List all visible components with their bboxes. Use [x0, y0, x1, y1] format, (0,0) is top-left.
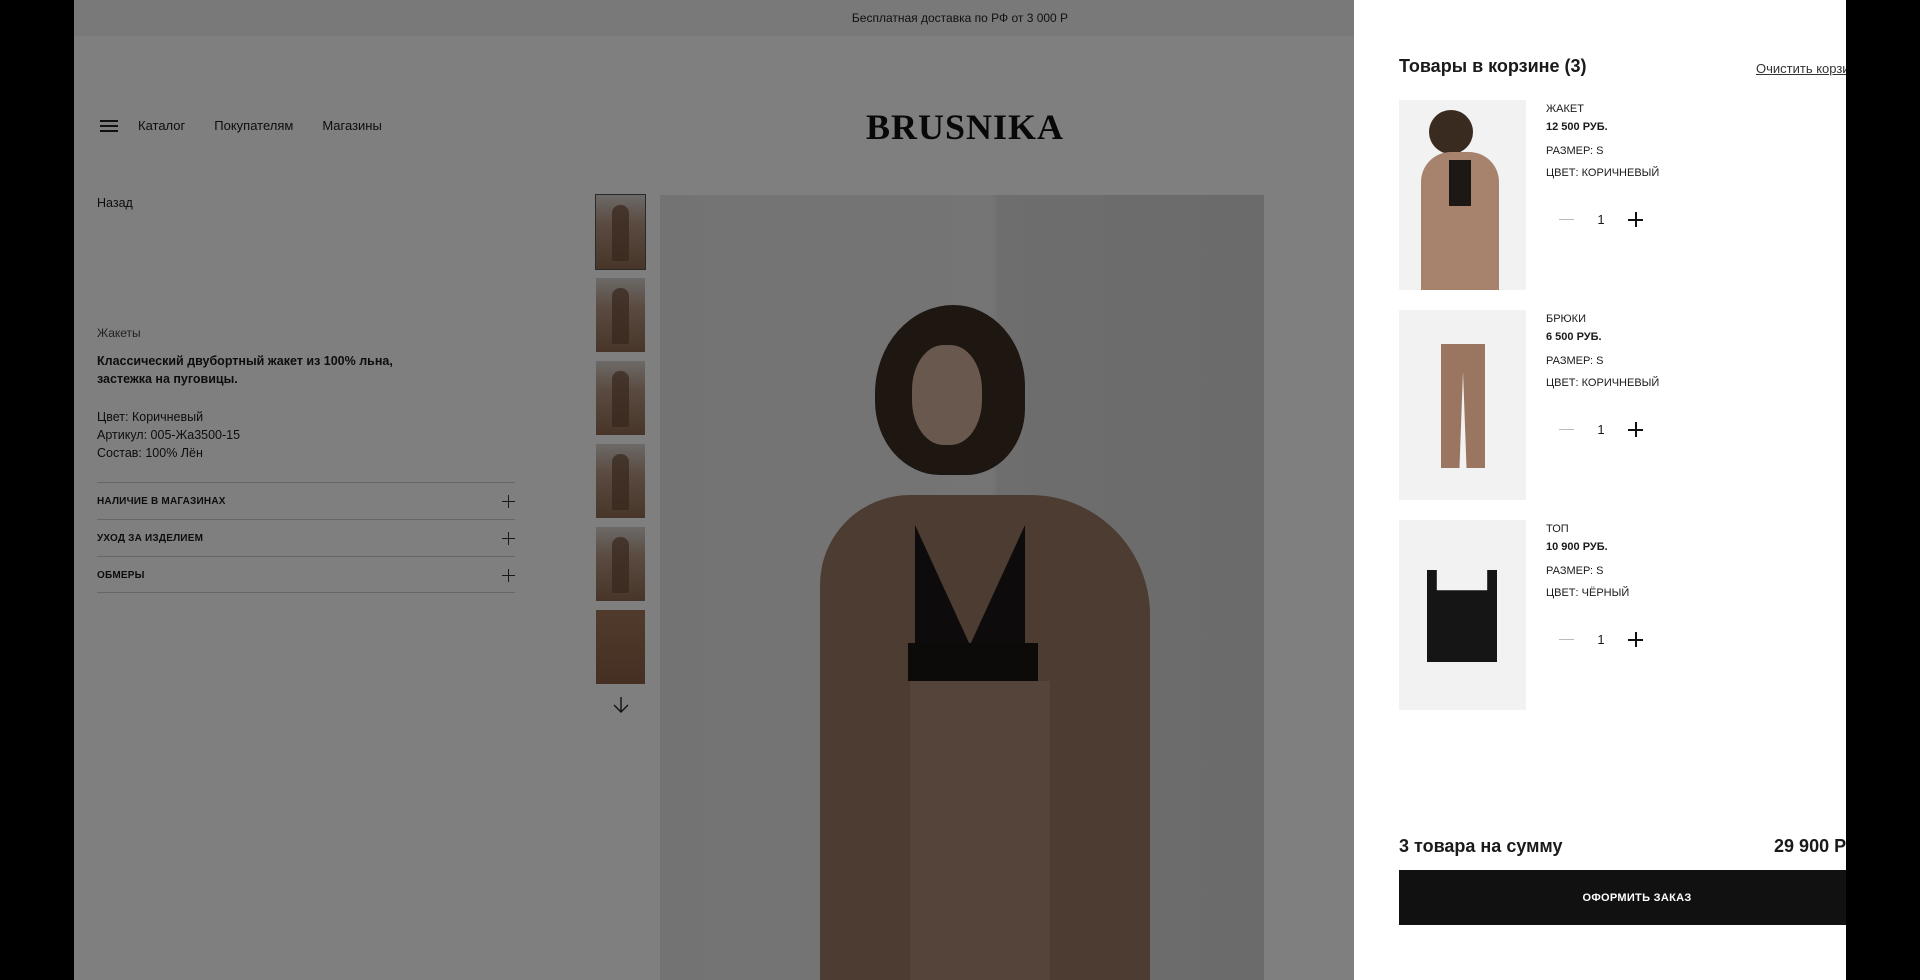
plus-icon[interactable] [1628, 632, 1643, 647]
cart-item-type: ЖАКЕТ [1546, 103, 1584, 115]
minus-icon[interactable] [1559, 212, 1574, 227]
plus-icon[interactable] [1628, 422, 1643, 437]
quantity-stepper: 1 [1559, 212, 1643, 227]
cart-item-color: ЦВЕТ: ЧЁРНЫЙ [1546, 587, 1630, 599]
quantity-value: 1 [1597, 632, 1605, 647]
plus-icon[interactable] [1628, 212, 1643, 227]
cart-summary-total: 29 900 РУБ. [1774, 836, 1846, 856]
quantity-stepper: 1 [1559, 422, 1643, 437]
cart-item-price: 12 500 РУБ. [1546, 121, 1608, 133]
cart-item-size: РАЗМЕР: S [1546, 355, 1604, 367]
cart-item-color: ЦВЕТ: КОРИЧНЕВЫЙ [1546, 167, 1660, 179]
cart-item: ТОП 10 900 РУБ. РАЗМЕР: S ЦВЕТ: ЧЁРНЫЙ 1 [1399, 520, 1846, 710]
cart-item-image[interactable] [1399, 520, 1526, 710]
cart-item-size: РАЗМЕР: S [1546, 145, 1604, 157]
cart-item: БРЮКИ 6 500 РУБ. РАЗМЕР: S ЦВЕТ: КОРИЧНЕ… [1399, 310, 1846, 500]
cart-item-size: РАЗМЕР: S [1546, 565, 1604, 577]
cart-item-price: 6 500 РУБ. [1546, 331, 1602, 343]
cart-title: Товары в корзине (3) [1399, 56, 1587, 76]
cart-item-type: БРЮКИ [1546, 313, 1586, 325]
cart-item-image[interactable] [1399, 100, 1526, 290]
quantity-value: 1 [1597, 212, 1605, 227]
cart-item-image[interactable] [1399, 310, 1526, 500]
cart-drawer: Товары в корзине (3) Очистить корзину ЖА… [1354, 0, 1846, 980]
cart-item-type: ТОП [1546, 523, 1569, 535]
product-page: Бесплатная доставка по РФ от 3 000 Р Кат… [74, 0, 1846, 980]
cart-summary-label: 3 товара на сумму [1399, 836, 1563, 856]
clear-cart-link[interactable]: Очистить корзину [1756, 61, 1846, 76]
backdrop-left [0, 0, 74, 980]
minus-icon[interactable] [1559, 422, 1574, 437]
checkout-button[interactable]: ОФОРМИТЬ ЗАКАЗ [1399, 870, 1846, 925]
cart-item: ЖАКЕТ 12 500 РУБ. РАЗМЕР: S ЦВЕТ: КОРИЧН… [1399, 100, 1846, 290]
minus-icon[interactable] [1559, 632, 1574, 647]
backdrop-right [1846, 0, 1920, 980]
cart-item-price: 10 900 РУБ. [1546, 541, 1608, 553]
quantity-stepper: 1 [1559, 632, 1643, 647]
quantity-value: 1 [1597, 422, 1605, 437]
cart-item-color: ЦВЕТ: КОРИЧНЕВЫЙ [1546, 377, 1660, 389]
